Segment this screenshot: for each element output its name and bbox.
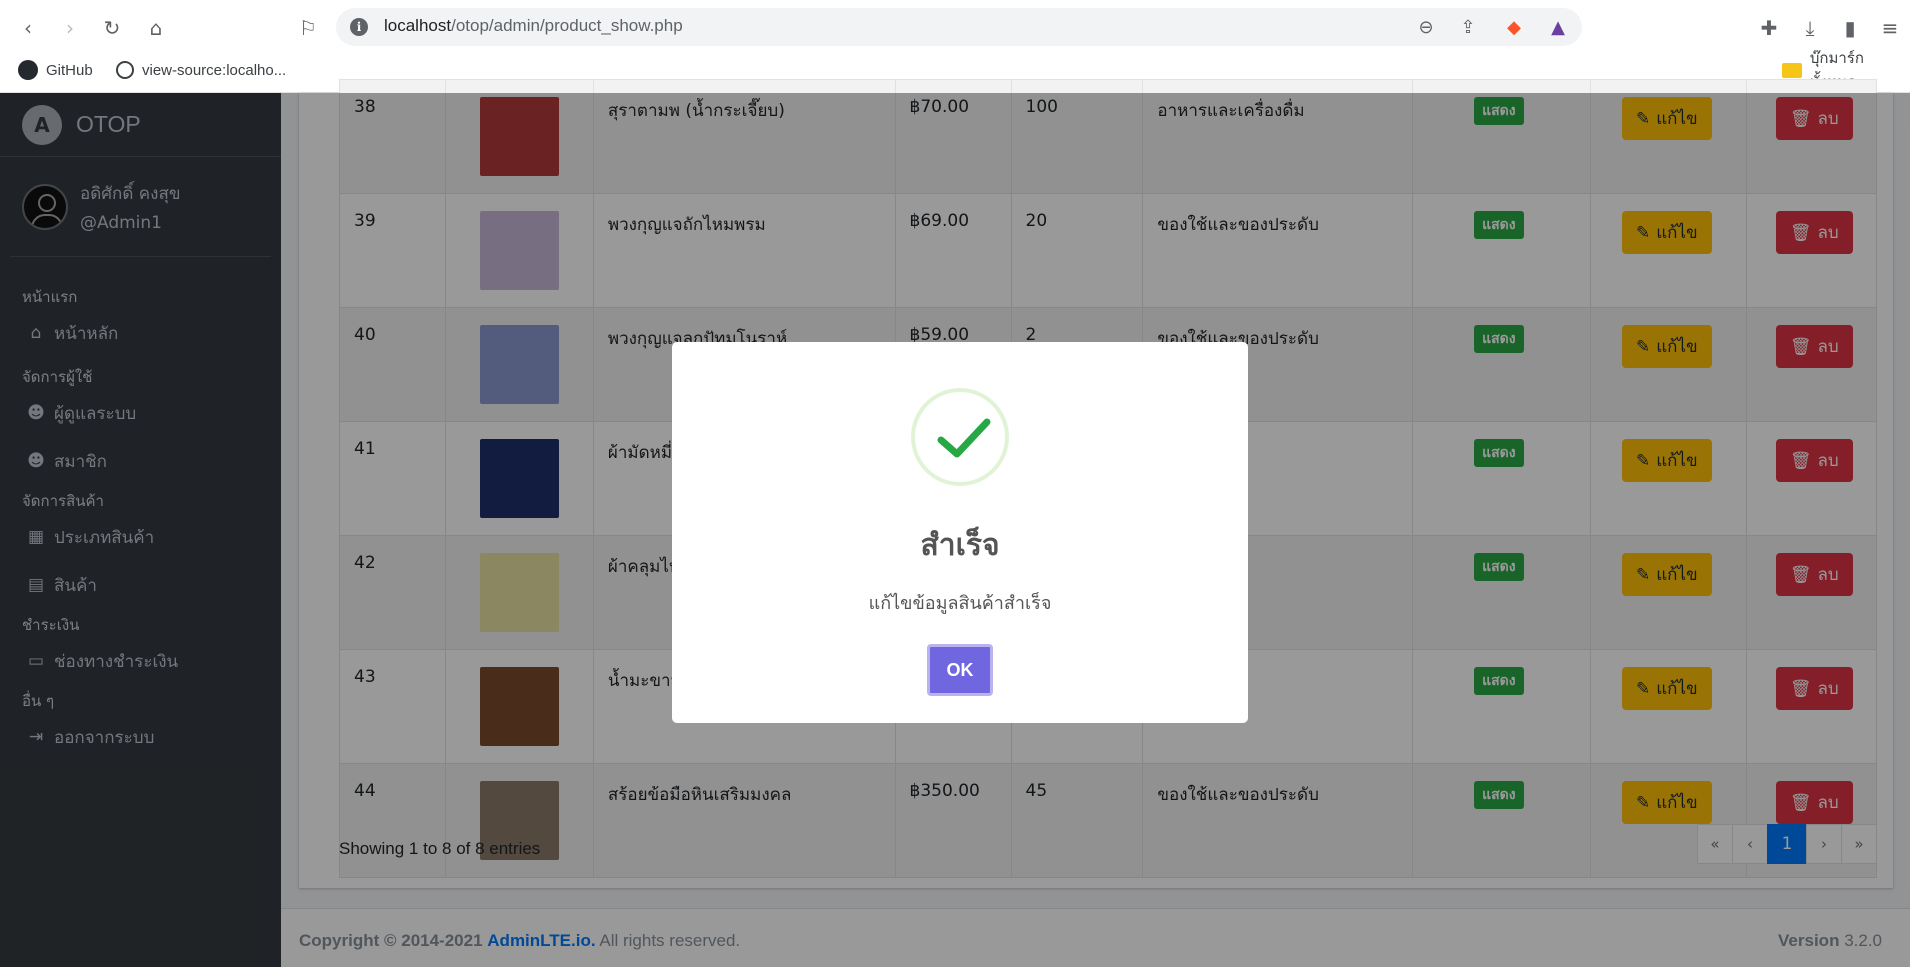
success-dialog: สำเร็จ แก้ไขข้อมูลสินค้าสำเร็จ OK bbox=[672, 342, 1248, 723]
bookmark-github[interactable]: GitHub bbox=[18, 58, 93, 82]
url-text: localhost/otop/admin/product_show.php bbox=[384, 16, 683, 36]
zoom-icon[interactable]: ⊖ bbox=[1414, 16, 1438, 40]
bookmark-label: GitHub bbox=[46, 61, 93, 79]
globe-icon bbox=[116, 61, 134, 79]
bookmark-icon[interactable]: ⚐ bbox=[294, 14, 322, 42]
menu-icon[interactable]: ≡ bbox=[1876, 14, 1904, 42]
folder-icon bbox=[1782, 62, 1802, 78]
home-icon[interactable]: ⌂ bbox=[142, 14, 170, 42]
ok-button[interactable]: OK bbox=[927, 644, 993, 696]
share-icon[interactable]: ⇪ bbox=[1456, 16, 1480, 40]
success-check-icon bbox=[911, 388, 1009, 486]
url-host: localhost bbox=[384, 16, 452, 35]
brave-rewards-icon[interactable]: ▲ bbox=[1546, 16, 1570, 40]
forward-icon[interactable]: › bbox=[56, 14, 84, 42]
sidebar-toggle-icon[interactable]: ▮ bbox=[1836, 14, 1864, 42]
address-bar[interactable]: i localhost/otop/admin/product_show.php … bbox=[336, 8, 1582, 46]
dialog-text: แก้ไขข้อมูลสินค้าสำเร็จ bbox=[868, 593, 1052, 614]
reload-icon[interactable]: ↻ bbox=[98, 14, 126, 42]
extensions-icon[interactable]: ✚ bbox=[1755, 14, 1783, 42]
bookmark-label: view-source:localho... bbox=[142, 61, 287, 79]
site-info-icon[interactable]: i bbox=[350, 18, 368, 36]
dialog-title: สำเร็จ bbox=[920, 528, 1000, 563]
github-icon bbox=[18, 60, 38, 80]
back-icon[interactable]: ‹ bbox=[14, 14, 42, 42]
bookmark-view-source[interactable]: view-source:localho... bbox=[116, 58, 286, 82]
download-icon[interactable]: ⤓ bbox=[1796, 14, 1824, 42]
url-path: /otop/admin/product_show.php bbox=[451, 16, 683, 35]
brave-shield-icon[interactable]: ◆ bbox=[1502, 16, 1526, 40]
